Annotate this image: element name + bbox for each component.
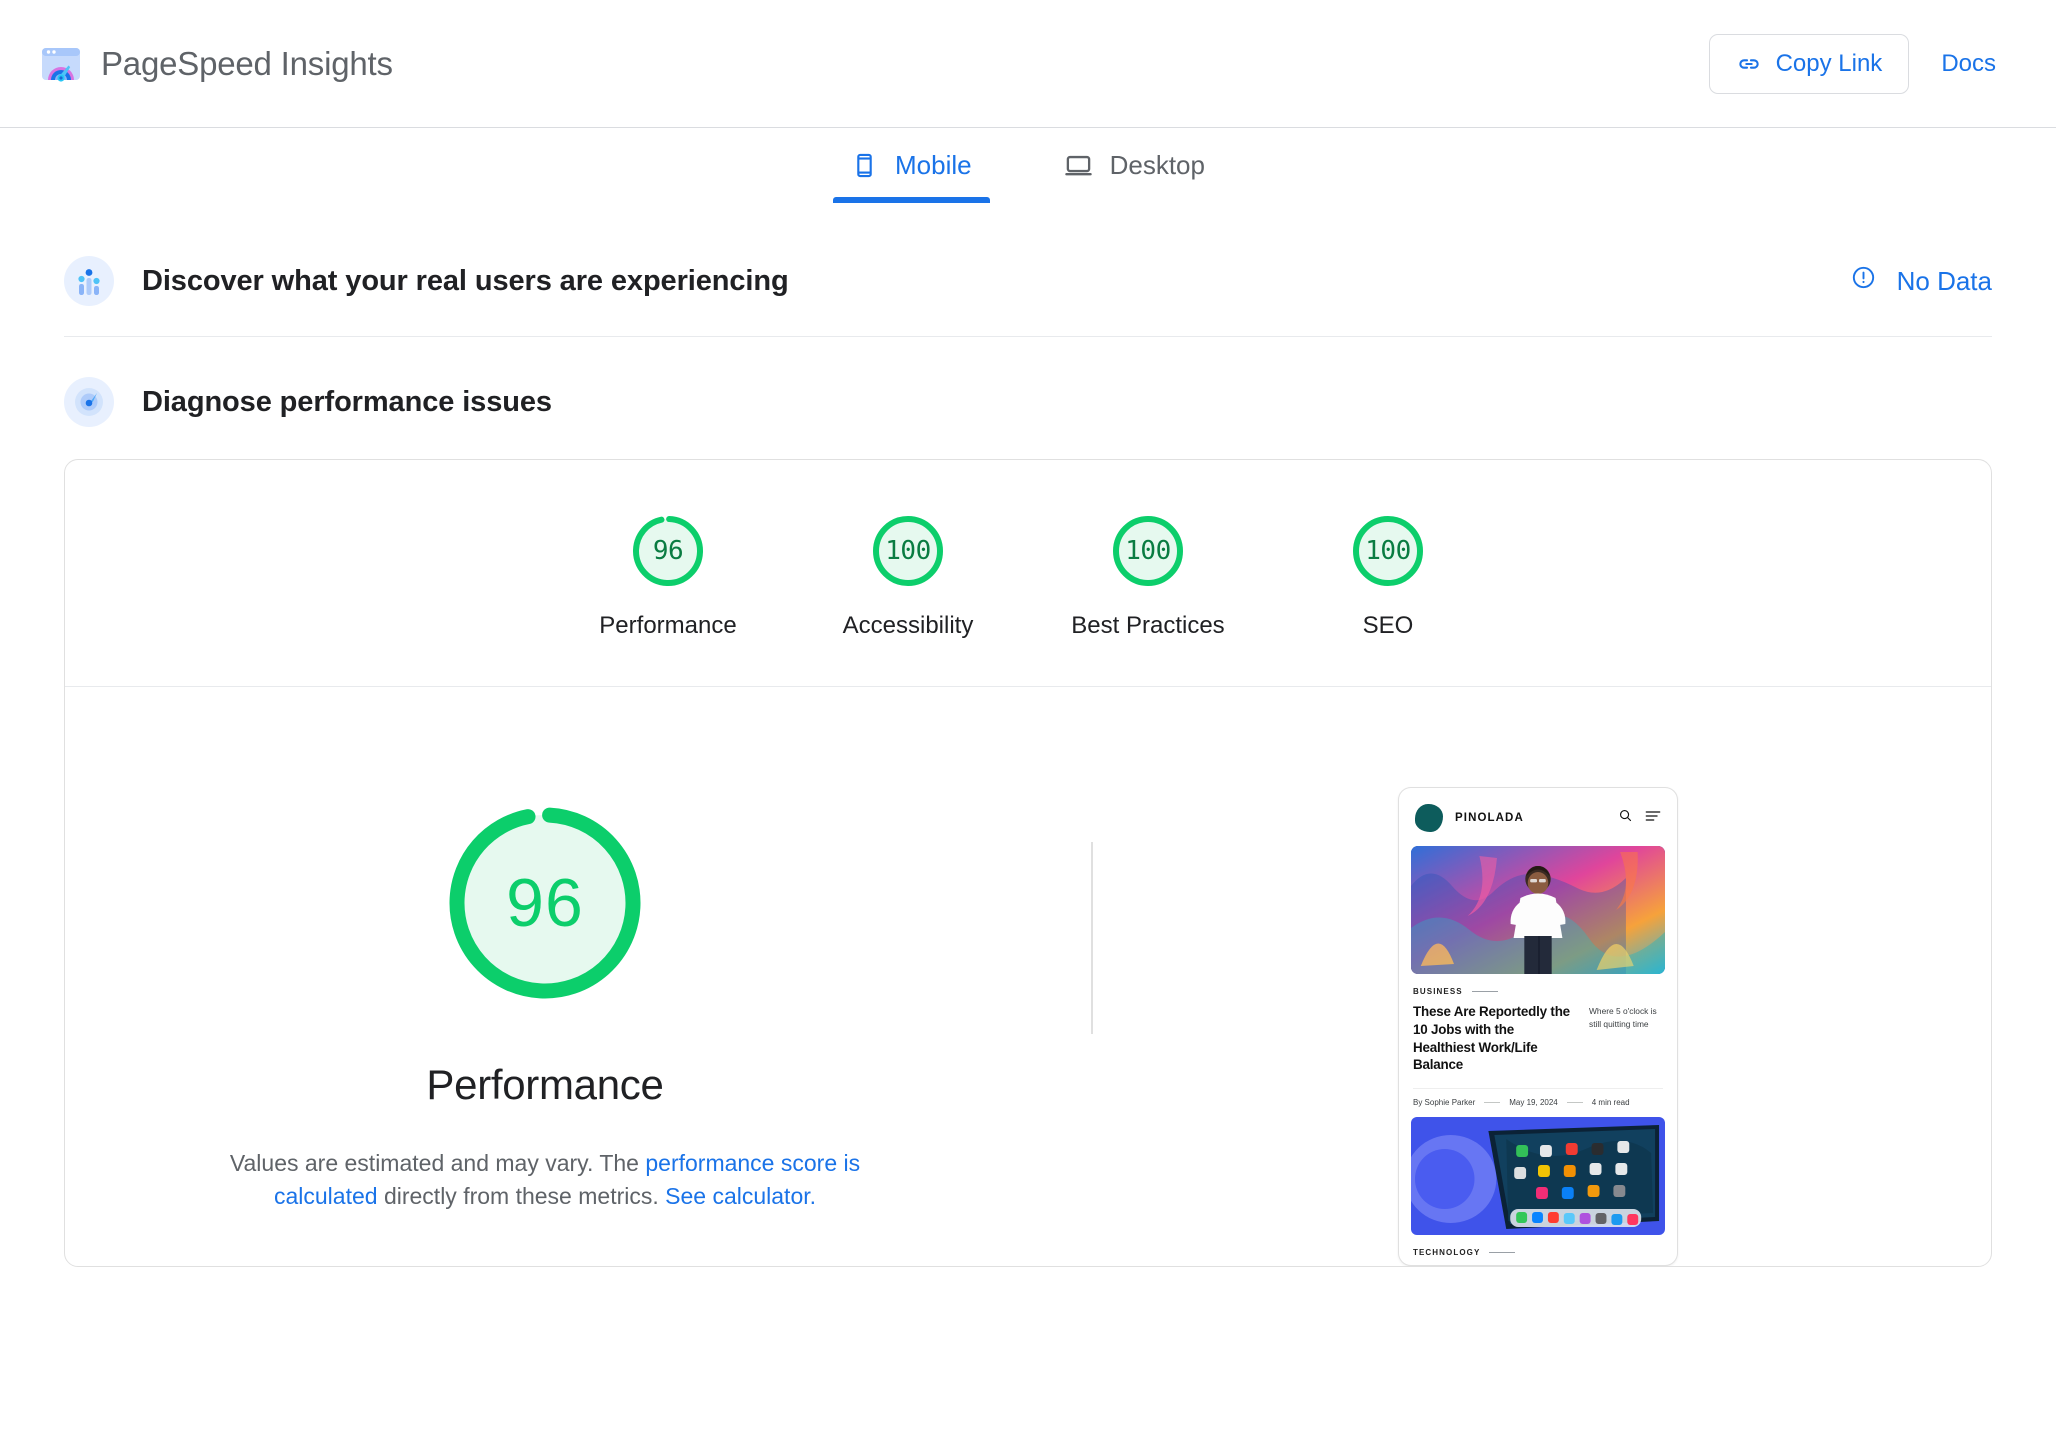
kicker-label: TECHNOLOGY: [1413, 1248, 1481, 1258]
page-thumbnail-column: PINOLADA BUSINESS These Are Reportedly t…: [1025, 787, 1991, 1267]
thumbnail-site-header: PINOLADA: [1399, 788, 1677, 844]
performance-note: Values are estimated and may vary. The p…: [175, 1147, 915, 1212]
pagespeed-logo-icon: [38, 41, 84, 87]
score-value: 96: [652, 536, 684, 566]
vertical-divider: [1091, 842, 1093, 1034]
header-actions: Copy Link Docs: [1708, 33, 2018, 94]
lab-data-section: Diagnose performance issues: [64, 337, 1992, 445]
mini-gauge-ring: 100: [867, 510, 949, 592]
copy-link-button[interactable]: Copy Link: [1708, 33, 1910, 94]
thumbnail-technology-image: [1411, 1117, 1665, 1236]
thumbnail-headline: These Are Reportedly the 10 Jobs with th…: [1413, 1004, 1570, 1073]
see-calculator-link[interactable]: See calculator.: [665, 1183, 816, 1209]
performance-summary: 96 Performance Values are estimated and …: [65, 687, 1991, 1267]
status-badge: No Data: [1896, 265, 1992, 296]
tab-mobile-label: Mobile: [895, 150, 972, 180]
score-gauge-seo[interactable]: 100 SEO: [1268, 510, 1508, 640]
kicker-rule: [1489, 1252, 1516, 1254]
byline-dash: [1484, 1102, 1501, 1104]
performance-gauge: 96: [429, 787, 661, 1019]
byline-dash: [1566, 1102, 1583, 1104]
thumbnail-subdeck: Where 5 o'clock is still quitting time: [1589, 1006, 1657, 1030]
blob-logo-icon: [1415, 804, 1443, 832]
thumbnail-author: By Sophie Parker: [1413, 1098, 1476, 1108]
tab-mobile[interactable]: Mobile: [833, 150, 990, 203]
performance-score-value: 96: [506, 865, 584, 941]
lab-data-title: Diagnose performance issues: [142, 385, 552, 418]
thumbnail-read-time: 4 min read: [1591, 1098, 1630, 1108]
tab-desktop[interactable]: Desktop: [1046, 150, 1223, 203]
score-label: Best Practices: [1071, 612, 1225, 639]
docs-link[interactable]: Docs: [1927, 50, 2018, 78]
copy-link-label: Copy Link: [1775, 49, 1883, 77]
thumbnail-kicker-business: BUSINESS: [1413, 987, 1663, 996]
active-tab-indicator: [833, 197, 990, 203]
score-value: 100: [885, 536, 931, 566]
thumbnail-date: May 19, 2024: [1509, 1098, 1558, 1108]
brand: PageSpeed Insights: [38, 41, 393, 87]
mini-gauge-ring: 96: [627, 510, 709, 592]
gauge-needle-icon: [64, 377, 114, 427]
score-label: Accessibility: [842, 612, 974, 639]
score-value: 100: [1125, 536, 1171, 566]
page-screenshot-thumbnail[interactable]: PINOLADA BUSINESS These Are Reportedly t…: [1398, 787, 1678, 1267]
phone-icon: [851, 152, 878, 179]
thumbnail-article: These Are Reportedly the 10 Jobs with th…: [1413, 1003, 1663, 1074]
app-header: PageSpeed Insights Copy Link Docs: [0, 0, 2056, 128]
mini-gauge-ring: 100: [1107, 510, 1189, 592]
thumbnail-byline: By Sophie Parker May 19, 2024 4 min read: [1413, 1088, 1663, 1107]
performance-category-label: Performance: [426, 1061, 664, 1108]
kicker-label: BUSINESS: [1413, 987, 1463, 996]
score-gauge-accessibility[interactable]: 100 Accessibility: [788, 510, 1028, 640]
score-value: 100: [1365, 536, 1411, 566]
no-data-status[interactable]: No Data: [1850, 264, 1992, 298]
real-users-icon: [64, 256, 114, 306]
note-prefix: Values are estimated and may vary. The: [229, 1150, 646, 1176]
tab-desktop-label: Desktop: [1109, 150, 1205, 180]
field-data-title: Discover what your real users are experi…: [142, 264, 789, 297]
note-middle: directly from these metrics.: [377, 1182, 666, 1209]
field-data-section: Discover what your real users are experi…: [64, 228, 1992, 337]
lighthouse-card: 96 Performance 100 Accessibility 100 Bes…: [64, 459, 1992, 1268]
hamburger-menu-icon: [1645, 809, 1661, 828]
score-label: SEO: [1362, 612, 1414, 639]
link-icon: [1736, 51, 1762, 77]
info-exclamation-icon: [1850, 264, 1877, 298]
thumbnail-site-name: PINOLADA: [1455, 812, 1524, 824]
score-gauges: 96 Performance 100 Accessibility 100 Bes…: [65, 460, 1991, 687]
thumbnail-hero-image: [1411, 846, 1665, 974]
score-label: Performance: [599, 612, 737, 639]
thumbnail-kicker-technology: TECHNOLOGY: [1413, 1248, 1663, 1257]
score-gauge-performance[interactable]: 96 Performance: [548, 510, 788, 640]
search-icon: [1618, 808, 1633, 828]
thumbnail-header-icons: [1618, 808, 1661, 828]
mini-gauge-ring: 100: [1347, 510, 1429, 592]
device-tabs: Mobile Desktop: [0, 128, 2056, 228]
kicker-rule: [1471, 991, 1498, 992]
performance-column: 96 Performance Values are estimated and …: [65, 787, 1025, 1266]
score-gauge-best-practices[interactable]: 100 Best Practices: [1028, 510, 1268, 640]
monitor-icon: [1064, 151, 1093, 180]
page-title: PageSpeed Insights: [101, 44, 393, 82]
